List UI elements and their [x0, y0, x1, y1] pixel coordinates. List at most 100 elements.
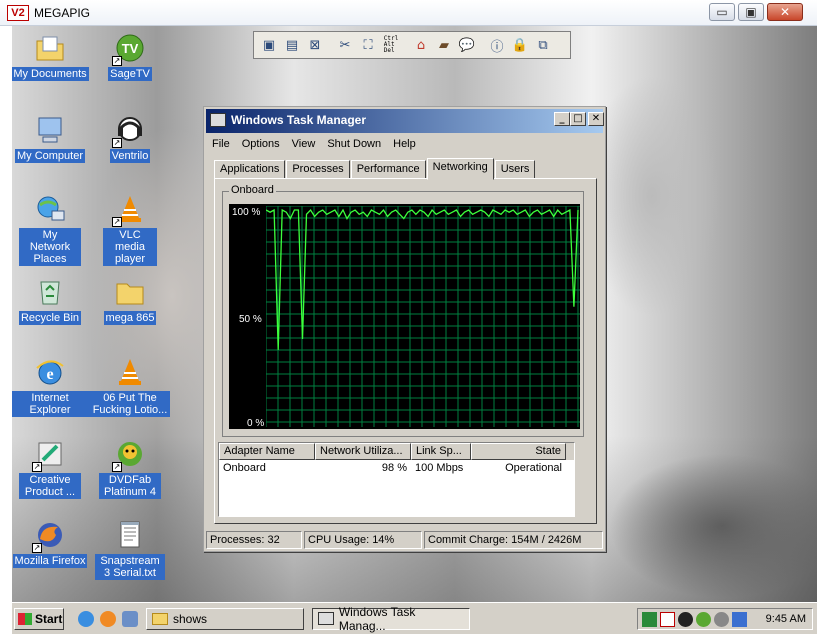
menu-view[interactable]: View	[292, 138, 316, 150]
desktop-icon-my-network-places[interactable]: My Network Places	[12, 193, 90, 266]
tab-networking[interactable]: Networking	[426, 158, 494, 180]
minimize-button[interactable]: _	[554, 112, 570, 126]
adapter-row[interactable]: Onboard 98 % 100 Mbps Operational	[219, 460, 574, 476]
graph-title: Onboard	[229, 184, 276, 196]
transfer-icon[interactable]: ⌂	[410, 34, 432, 56]
shortcut-arrow-icon: ↗	[112, 138, 122, 148]
list-header: Adapter Name Network Utiliza... Link Sp.…	[219, 443, 574, 460]
close-button[interactable]: ✕	[588, 112, 604, 126]
clock[interactable]: 9:45 AM	[766, 613, 806, 625]
update-tray-icon[interactable]	[696, 611, 711, 627]
folder-icon	[114, 276, 146, 308]
status-commit-charge: Commit Charge: 154M / 2426M	[424, 531, 603, 549]
start-label: Start	[35, 611, 63, 626]
menu-options[interactable]: Options	[242, 138, 280, 150]
icon-label: Mozilla Firefox	[12, 554, 88, 568]
desktop-icon-my-documents[interactable]: My Documents	[12, 32, 90, 81]
quick-launch	[78, 610, 138, 627]
status-bar: Processes: 32 CPU Usage: 14% Commit Char…	[206, 531, 603, 549]
window-title: Windows Task Manager	[231, 113, 367, 127]
ventrilo-icon: ↗	[112, 114, 146, 148]
lock-icon[interactable]: 🔒	[509, 34, 531, 56]
menu-bar: File Options View Shut Down Help	[204, 135, 605, 153]
tab-processes[interactable]: Processes	[286, 160, 350, 179]
graph-plot	[266, 206, 580, 427]
info-icon[interactable]: ⓘ	[486, 34, 508, 56]
svg-text:TV: TV	[122, 41, 139, 56]
menu-file[interactable]: File	[212, 138, 230, 150]
icon-label: Internet Explorer	[12, 391, 90, 417]
recycle-bin-icon	[34, 276, 66, 308]
vnc-toolbar: ▣ ▤ ⊠ ✂ ⛶ Ctrl Alt Del ⌂ ▰ 💬 ⓘ 🔒 ⧉	[253, 31, 571, 59]
save-icon[interactable]: ▤	[281, 34, 303, 56]
tab-users[interactable]: Users	[494, 160, 536, 179]
y-tick-label: 100 %	[232, 207, 261, 218]
column-state[interactable]: State	[471, 443, 566, 460]
sagetv-tray-icon[interactable]	[678, 611, 693, 627]
shortcut-arrow-icon: ↗	[112, 217, 122, 227]
column-network-utilization[interactable]: Network Utiliza...	[315, 443, 411, 460]
network-tray-icon[interactable]	[732, 611, 747, 627]
volume-tray-icon[interactable]	[714, 611, 729, 627]
cpu-meter-icon[interactable]	[642, 611, 657, 627]
adapter-utilization: 98 %	[381, 462, 407, 474]
desktop-icon-mega-865[interactable]: mega 865	[90, 276, 170, 325]
tab-performance[interactable]: Performance	[350, 160, 426, 179]
task-manager-icon	[318, 612, 334, 625]
folder-docs-icon	[34, 32, 66, 64]
desktop-icon-vlc-media-player[interactable]: ↗ VLC media player	[90, 193, 170, 266]
adapter-name: Onboard	[223, 462, 266, 474]
vlc-icon: ↗	[112, 193, 146, 227]
windows-logo-icon	[18, 612, 32, 625]
windows-icon[interactable]: ⧉	[532, 34, 554, 56]
folder-icon[interactable]: ▰	[433, 34, 455, 56]
desktop-icon-internet-explorer[interactable]: e Internet Explorer	[12, 356, 90, 417]
menu-help[interactable]: Help	[393, 138, 416, 150]
column-link-speed[interactable]: Link Sp...	[411, 443, 471, 460]
icon-label: DVDFab Platinum 4	[99, 473, 161, 499]
adapter-link-speed: 100 Mbps	[415, 462, 464, 474]
task-manager-icon	[210, 113, 226, 127]
menu-shut-down[interactable]: Shut Down	[327, 138, 381, 150]
desktop-icon-snapstream-serial[interactable]: Snapstream 3 Serial.txt	[90, 519, 170, 580]
ie-icon[interactable]	[78, 610, 94, 627]
vnc-tray-icon[interactable]	[660, 611, 675, 627]
tab-applications[interactable]: Applications	[214, 160, 286, 179]
maximize-button[interactable]: □	[570, 112, 586, 126]
start-button[interactable]: Start	[14, 607, 64, 630]
status-processes: Processes: 32	[206, 531, 302, 549]
maximize-button[interactable]: ▣	[738, 3, 764, 21]
close-button[interactable]: ✕	[767, 3, 803, 21]
taskbar-item-shows[interactable]: shows	[146, 607, 304, 630]
desktop-icon-my-computer[interactable]: My Computer	[12, 114, 90, 163]
taskbar-item-task-manager[interactable]: Windows Task Manag...	[312, 605, 470, 633]
desktop-icon-creative-product[interactable]: ↗ Creative Product ...	[12, 438, 90, 499]
computer-icon	[34, 114, 66, 146]
desktop-icon-media-file[interactable]: 06 Put The Fucking Lotio...	[90, 356, 170, 417]
svg-text:e: e	[46, 366, 53, 383]
options-icon[interactable]: ✂	[334, 34, 356, 56]
desktop-icon-mozilla-firefox[interactable]: ↗ Mozilla Firefox	[12, 519, 90, 568]
task-manager-titlebar[interactable]: Windows Task Manager _ □ ✕	[206, 109, 604, 133]
new-connection-icon[interactable]: ▣	[258, 34, 280, 56]
desktop-icon-ventrilo[interactable]: ↗ Ventrilo	[90, 114, 170, 163]
shortcut-arrow-icon: ↗	[32, 543, 42, 553]
firefox-icon[interactable]	[100, 610, 116, 627]
disconnect-icon[interactable]: ⊠	[304, 34, 326, 56]
icon-label: Recycle Bin	[18, 311, 82, 325]
minimize-button[interactable]: ▭	[709, 3, 735, 21]
chat-icon[interactable]: 💬	[456, 34, 478, 56]
desktop-icon[interactable]	[122, 610, 138, 627]
column-adapter-name[interactable]: Adapter Name	[219, 443, 315, 460]
vlc-icon	[114, 356, 146, 388]
creative-icon: ↗	[32, 438, 66, 472]
icon-label: mega 865	[103, 311, 157, 325]
desktop-icon-dvdfab[interactable]: ↗ DVDFab Platinum 4	[90, 438, 170, 499]
desktop-icon-sagetv[interactable]: TV ↗ SageTV	[90, 32, 170, 81]
desktop-icon-recycle-bin[interactable]: Recycle Bin	[12, 276, 90, 325]
ctrl-alt-del-icon[interactable]: Ctrl Alt Del	[380, 34, 402, 56]
fullscreen-icon[interactable]: ⛶	[357, 34, 379, 56]
taskbar: Start shows Windows Task Manag... 9:45 A…	[12, 602, 817, 634]
shortcut-arrow-icon: ↗	[32, 462, 42, 472]
icon-label: My Computer	[14, 149, 86, 163]
